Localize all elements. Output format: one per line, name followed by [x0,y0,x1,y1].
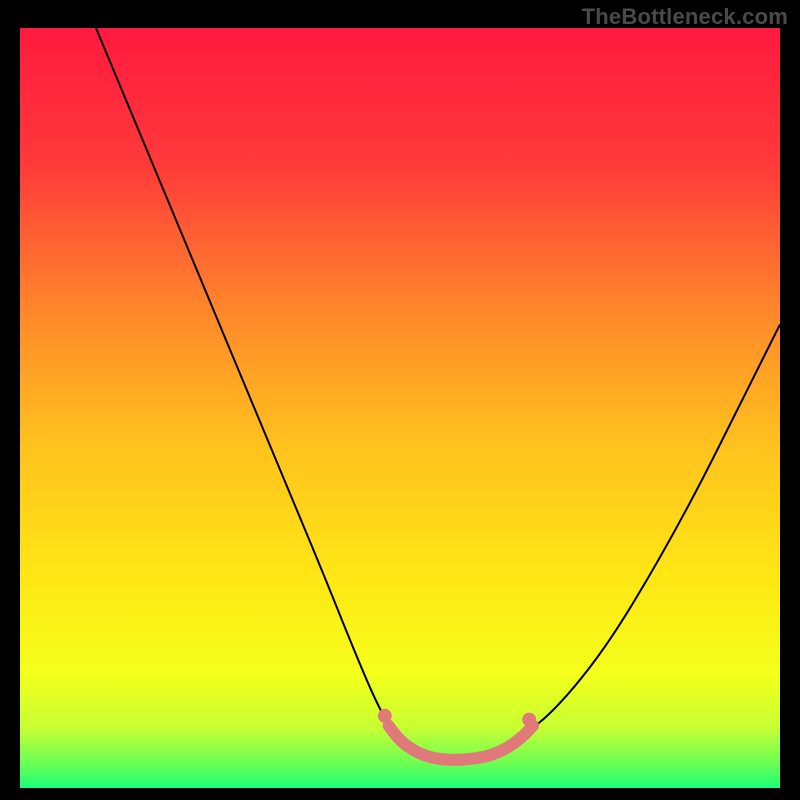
bottleneck-curve-chart [20,28,780,788]
point-valley-endpoints [378,709,392,723]
point-valley-endpoints [522,713,536,727]
watermark-label: TheBottleneck.com [582,4,788,30]
gradient-background [20,28,780,788]
chart-frame [20,28,780,788]
